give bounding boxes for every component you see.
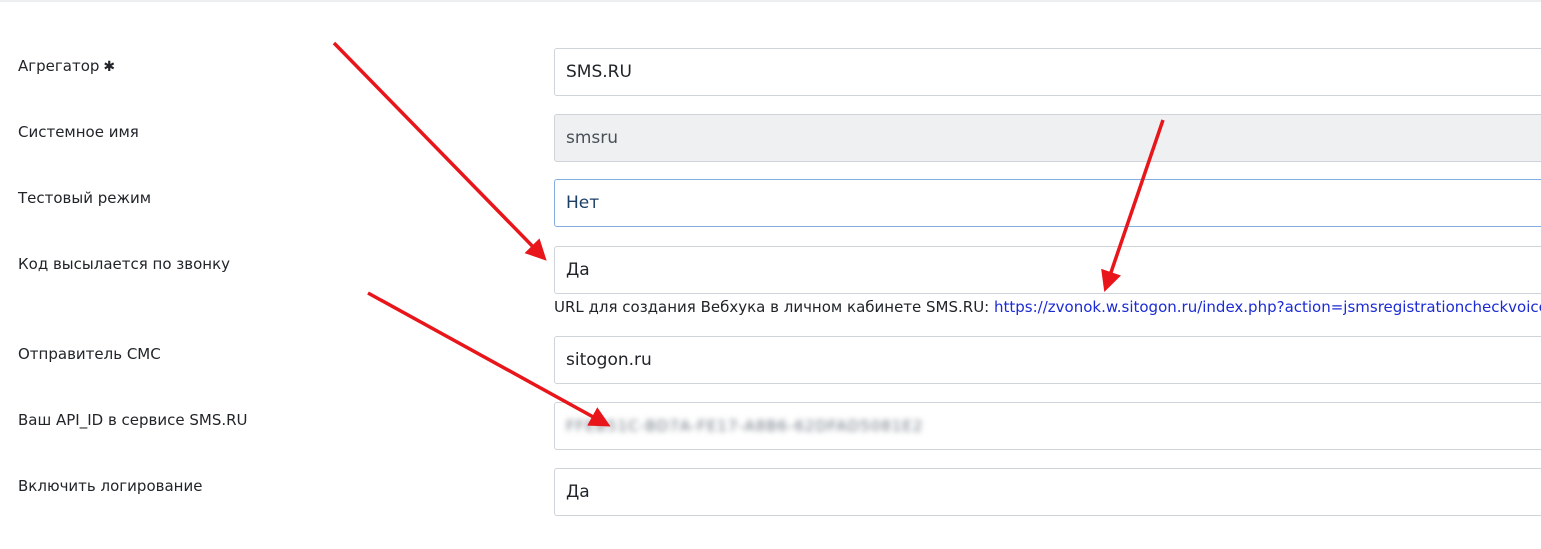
- api-id-label: Ваш API_ID в сервисе SMS.RU: [18, 411, 248, 429]
- call-code-value: Да: [566, 260, 590, 280]
- aggregator-label-text: Агрегатор: [18, 57, 100, 75]
- call-code-select[interactable]: Да: [554, 246, 1541, 294]
- api-id-value: FFEB51C-BD7A-FE17-A8B6-62DFAD5081E2: [566, 417, 924, 435]
- webhook-help-text: URL для создания Вебхука в личном кабине…: [554, 298, 995, 316]
- aggregator-select[interactable]: SMS.RU: [554, 48, 1541, 96]
- call-code-label: Код высылается по звонку: [18, 255, 231, 273]
- test-mode-select[interactable]: Нет: [554, 179, 1541, 227]
- logging-select[interactable]: Да: [554, 468, 1541, 516]
- sender-label: Отправитель СМС: [18, 345, 161, 363]
- aggregator-label: Агрегатор ✱: [18, 57, 115, 75]
- system-name-label: Системное имя: [18, 123, 139, 141]
- test-mode-value: Нет: [566, 193, 600, 213]
- system-name-value: smsru: [566, 128, 619, 148]
- aggregator-value: SMS.RU: [566, 62, 632, 82]
- api-id-input[interactable]: FFEB51C-BD7A-FE17-A8B6-62DFAD5081E2: [554, 402, 1541, 450]
- webhook-url-link[interactable]: https://zvonok.w.sitogon.ru/index.php?ac…: [994, 298, 1541, 316]
- sender-value: sitogon.ru: [566, 350, 652, 370]
- webhook-help: URL для создания Вебхука в личном кабине…: [554, 298, 1541, 316]
- test-mode-label: Тестовый режим: [18, 189, 152, 207]
- arrow-to-call-code: [332, 41, 547, 261]
- logging-label: Включить логирование: [18, 477, 203, 495]
- sender-input[interactable]: sitogon.ru: [554, 336, 1541, 384]
- top-divider: [0, 0, 1541, 2]
- required-mark: ✱: [103, 59, 116, 75]
- logging-value: Да: [566, 482, 590, 502]
- system-name-field: smsru: [554, 114, 1541, 162]
